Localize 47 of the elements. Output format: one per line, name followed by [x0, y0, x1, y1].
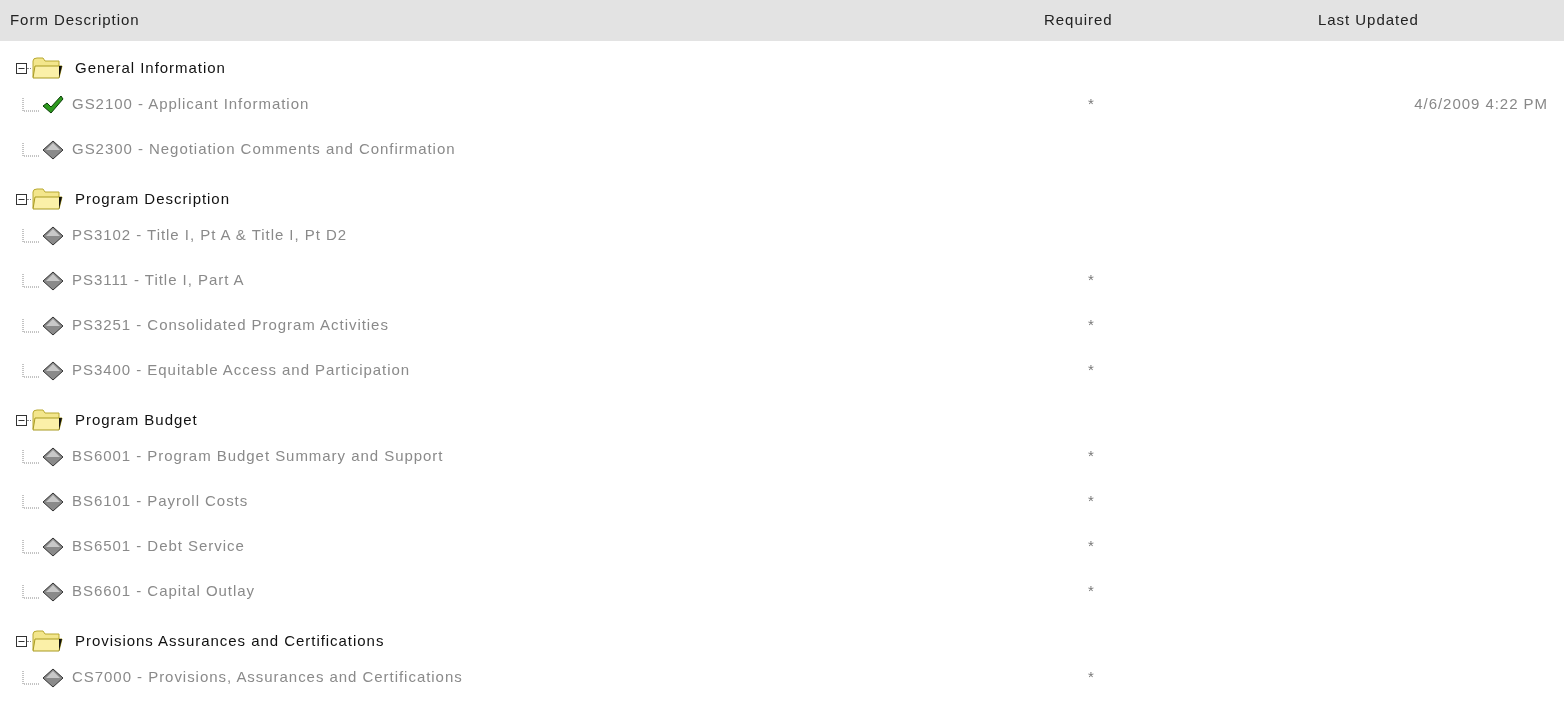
form-link[interactable]: PS3400 - Equitable Access and Participation: [72, 359, 411, 382]
form-link[interactable]: CS7000 - Provisions, Assurances and Certifications: [72, 666, 463, 689]
required-mark: *: [1088, 491, 1095, 512]
collapse-icon[interactable]: [16, 62, 27, 74]
form-link[interactable]: BS6601 - Capital Outlay: [72, 580, 255, 603]
required-mark: *: [1088, 667, 1095, 688]
collapse-icon[interactable]: [16, 414, 27, 426]
form-link[interactable]: PS3111 - Title I, Part A: [72, 269, 245, 292]
column-header: Last Updated: [1318, 10, 1419, 31]
tree-connector-icon: [22, 273, 40, 288]
form-link[interactable]: PS3251 - Consolidated Program Activities: [72, 314, 389, 337]
tree-connector-icon: [22, 494, 40, 509]
required-mark: *: [1088, 94, 1095, 115]
tree-connector-icon: [22, 363, 40, 378]
form-link[interactable]: BS6001 - Program Budget Summary and Support: [72, 445, 444, 468]
form-link[interactable]: BS6101 - Payroll Costs: [72, 490, 249, 513]
group-title[interactable]: Program Description: [75, 187, 230, 211]
required-mark: *: [1088, 315, 1095, 336]
form-link[interactable]: PS3102 - Title I, Pt A & Title I, Pt D2: [72, 224, 348, 247]
required-mark: *: [1088, 360, 1095, 381]
tree-connector-icon: [22, 142, 40, 157]
collapse-icon[interactable]: [16, 635, 27, 647]
tree-connector-icon: [22, 670, 40, 685]
required-mark: *: [1088, 270, 1095, 291]
form-link[interactable]: GS2300 - Negotiation Comments and Confirmation: [72, 138, 456, 161]
required-mark: *: [1088, 581, 1095, 602]
folder-icon: [31, 409, 63, 431]
folder-icon: [31, 188, 63, 210]
group-title[interactable]: Provisions Assurances and Certifications: [75, 629, 385, 653]
group-title[interactable]: Program Budget: [75, 408, 198, 432]
column-header: Required: [1044, 10, 1113, 31]
folder-icon: [31, 630, 63, 652]
last-updated-date: 4/6/2009 4:22 PM: [1414, 94, 1548, 115]
folder-icon: [31, 57, 63, 79]
column-header: Form Description: [9, 10, 140, 31]
form-link[interactable]: BS6501 - Debt Service: [72, 535, 245, 558]
collapse-icon[interactable]: [16, 193, 27, 205]
tree-connector-icon: [22, 318, 40, 333]
required-mark: *: [1088, 536, 1095, 557]
form-link[interactable]: GS2100 - Applicant Information: [72, 93, 310, 116]
required-mark: *: [1088, 446, 1095, 467]
tree-connector-icon: [22, 539, 40, 554]
tree-connector-icon: [22, 584, 40, 599]
tree-connector-icon: [22, 97, 40, 112]
tree-connector-icon: [22, 449, 40, 464]
group-title[interactable]: General Information: [75, 56, 226, 80]
tree-connector-icon: [22, 228, 40, 243]
